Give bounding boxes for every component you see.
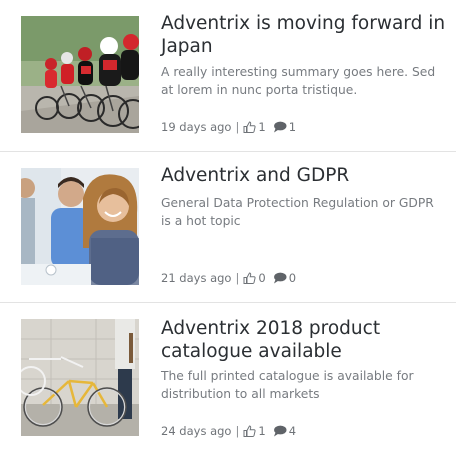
comment-count: 4 (288, 424, 297, 438)
comment-count: 0 (288, 271, 297, 285)
article-meta: 24 days ago | 1 4 (161, 423, 446, 439)
article-thumbnail[interactable] (21, 168, 139, 285)
comment-count: 1 (288, 120, 297, 134)
news-feed: Adventrix is moving forward in Japan A r… (0, 0, 456, 453)
meta-separator: | (235, 271, 240, 285)
article-meta: 21 days ago | 0 0 (161, 270, 446, 286)
thumbs-up-icon[interactable] (243, 272, 256, 284)
comment-bubble-icon[interactable] (273, 425, 287, 437)
thumbs-up-icon[interactable] (243, 425, 256, 437)
cyclists-image (21, 16, 139, 133)
article-summary: The full printed catalogue is available … (161, 369, 414, 401)
comment-bubble-icon[interactable] (273, 121, 287, 133)
article-age: 19 days ago (161, 120, 232, 134)
article-title[interactable]: Adventrix is moving forward in Japan (161, 12, 446, 58)
article-summary: A really interesting summary goes here. … (161, 65, 436, 97)
article-meta: 19 days ago | 1 1 (161, 119, 446, 135)
like-count: 0 (258, 271, 266, 285)
office-meeting-image (21, 168, 139, 285)
like-count: 1 (258, 424, 266, 438)
news-item[interactable]: Adventrix 2018 product catalogue availab… (0, 302, 456, 453)
thumbs-up-icon[interactable] (243, 121, 256, 133)
bicycles-image (21, 319, 139, 436)
like-count: 1 (258, 120, 266, 134)
article-thumbnail[interactable] (21, 319, 139, 436)
article-summary: General Data Protection Regulation or GD… (161, 196, 434, 228)
meta-separator: | (235, 120, 240, 134)
meta-separator: | (235, 424, 240, 438)
article-age: 24 days ago (161, 424, 232, 438)
article-title[interactable]: Adventrix 2018 product catalogue availab… (161, 317, 446, 363)
article-title[interactable]: Adventrix and GDPR (161, 164, 446, 187)
news-item[interactable]: Adventrix and GDPR General Data Protecti… (0, 151, 456, 302)
comment-bubble-icon[interactable] (273, 272, 287, 284)
article-age: 21 days ago (161, 271, 232, 285)
article-thumbnail[interactable] (21, 16, 139, 133)
news-item[interactable]: Adventrix is moving forward in Japan A r… (0, 0, 456, 151)
